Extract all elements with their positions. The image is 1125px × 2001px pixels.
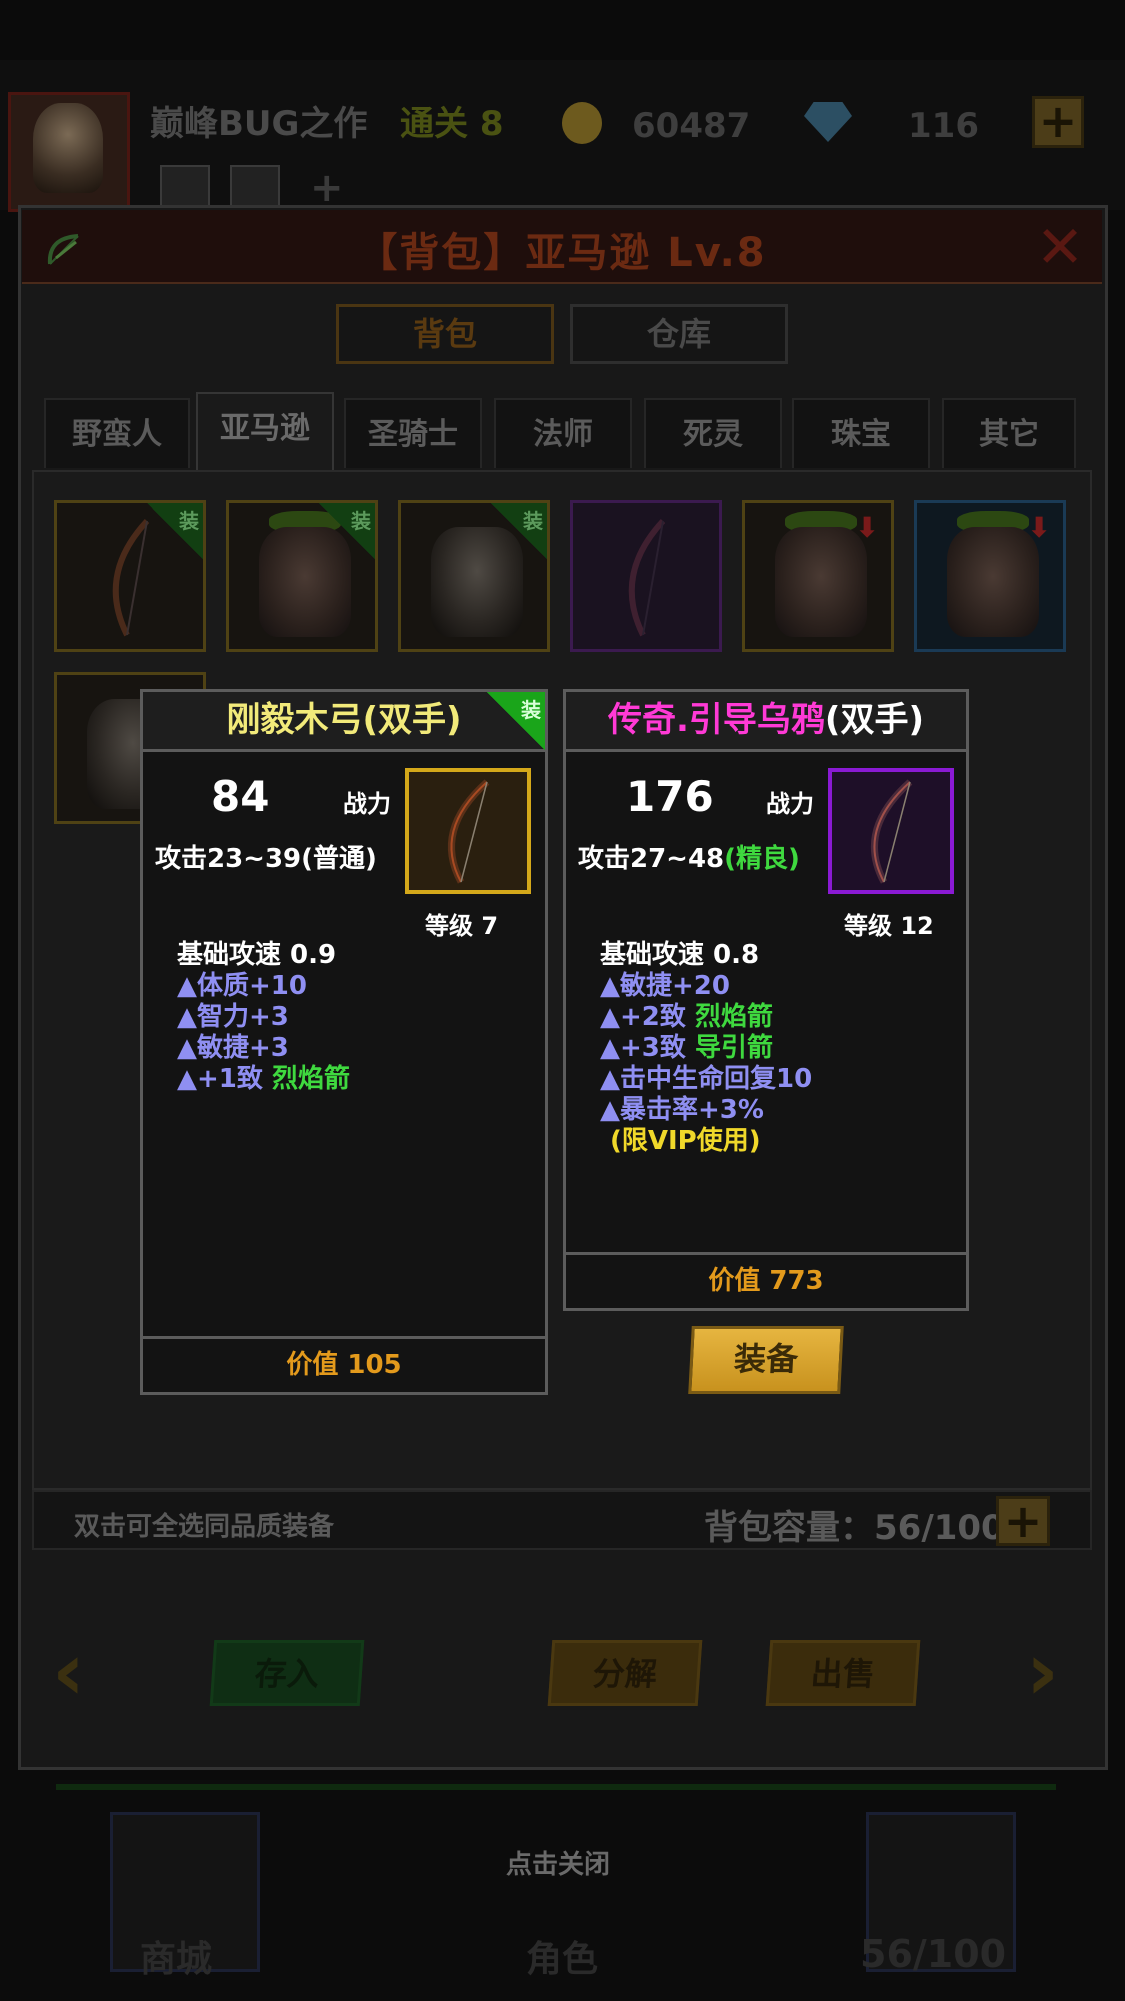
tap-to-close-hint[interactable]: 点击关闭	[506, 1844, 610, 1881]
armor-icon	[775, 527, 867, 637]
tab-barbarian[interactable]: 野蛮人	[44, 398, 190, 468]
nav-divider	[56, 1784, 1056, 1790]
attack-range: 攻击27~48(精良)	[578, 844, 800, 874]
skill-slot[interactable]	[230, 165, 280, 209]
dialog-title: 【背包】亚马逊 Lv.8	[357, 230, 767, 276]
stat-line: ▲体质+10	[177, 971, 307, 1001]
stat-line: ▲+1致 烈焰箭	[177, 1064, 350, 1094]
tab-jewelry[interactable]: 珠宝	[792, 398, 930, 468]
close-icon[interactable]: ✕	[1030, 218, 1090, 278]
stat-list: 基础攻速 0.9 ▲体质+10 ▲智力+3 ▲敏捷+3 ▲+1致 烈焰箭	[177, 940, 350, 1095]
tab-other[interactable]: 其它	[942, 398, 1076, 468]
vip-note: (限VIP使用)	[610, 1126, 761, 1156]
item-preview	[405, 768, 531, 894]
stage-progress: 通关 8	[400, 104, 504, 144]
item-level: 等级 7	[425, 912, 499, 940]
tab-sorceress[interactable]: 法师	[494, 398, 632, 468]
store-button[interactable]: 存入	[209, 1640, 365, 1706]
equipped-tag: 装	[487, 692, 545, 750]
base-attack-speed: 基础攻速 0.9	[177, 940, 337, 970]
capacity-label: 背包容量：56/100	[704, 1508, 1005, 1548]
power-value: 84	[211, 772, 270, 821]
equipped-item-card: 刚毅木弓(双手) 装 84 战力 攻击23~39(普通) 等级 7 基础攻速 0…	[140, 689, 548, 1395]
item-name: 刚毅木弓(双手)	[143, 692, 545, 752]
nav-shop-label: 商城	[140, 1939, 213, 1980]
avatar-portrait	[33, 103, 103, 193]
stat-line: ▲智力+3	[177, 1002, 289, 1032]
tab-necromancer[interactable]: 死灵	[644, 398, 782, 468]
downgrade-arrow-icon: ⬇	[855, 511, 879, 544]
bow-icon	[447, 779, 490, 884]
compare-item-card: 传奇.引导乌鸦(双手) 176 战力 攻击27~48(精良) 等级 12 基础攻…	[563, 689, 969, 1311]
player-avatar[interactable]	[8, 92, 130, 212]
equipped-tag: 装	[147, 503, 203, 559]
armor-icon	[947, 527, 1039, 637]
power-label: 战力	[343, 790, 391, 818]
stat-line: ▲暴击率+3%	[600, 1095, 764, 1125]
item-value: 价值 773	[566, 1252, 966, 1308]
expand-capacity-button[interactable]: +	[996, 1496, 1050, 1546]
equipped-tag: 装	[491, 503, 547, 559]
stat-line: ▲+3致 导引箭	[600, 1033, 773, 1063]
bow-icon	[870, 779, 913, 884]
downgrade-arrow-icon: ⬇	[1027, 511, 1051, 544]
add-gems-button[interactable]: +	[1032, 96, 1084, 148]
attack-range: 攻击23~39(普通)	[155, 844, 377, 874]
tab-bag[interactable]: 背包	[336, 304, 554, 364]
tab-amazon[interactable]: 亚马逊	[196, 392, 334, 470]
stat-line: ▲+2致 烈焰箭	[600, 1002, 773, 1032]
item-name: 传奇.引导乌鸦(双手)	[566, 692, 966, 752]
inventory-slot[interactable]: 装	[398, 500, 550, 652]
skill-slot[interactable]	[160, 165, 210, 209]
item-preview	[828, 768, 954, 894]
next-page-icon[interactable]: ›	[1026, 1632, 1059, 1712]
inventory-slot[interactable]: 装	[226, 500, 378, 652]
item-level: 等级 12	[844, 912, 934, 940]
item-value: 价值 105	[143, 1336, 545, 1392]
equip-button[interactable]: 装备	[688, 1326, 844, 1394]
base-attack-speed: 基础攻速 0.8	[600, 940, 760, 970]
tab-warehouse[interactable]: 仓库	[570, 304, 788, 364]
stat-line: ▲敏捷+20	[600, 971, 730, 1001]
stat-list: 基础攻速 0.8 ▲敏捷+20 ▲+2致 烈焰箭 ▲+3致 导引箭 ▲击中生命回…	[600, 940, 812, 1157]
player-name: 巅峰BUG之作	[150, 104, 368, 144]
select-hint: 双击可全选同品质装备	[74, 1512, 335, 1542]
stat-line: ▲击中生命回复10	[600, 1064, 813, 1094]
gold-coin-icon	[562, 102, 602, 144]
inventory-slot[interactable]: ⬇	[914, 500, 1066, 652]
power-value: 176	[626, 772, 714, 821]
stat-line: ▲敏捷+3	[177, 1033, 289, 1063]
inventory-slot[interactable]	[570, 500, 722, 652]
nav-role-label: 角色	[526, 1939, 599, 1980]
equipped-tag: 装	[319, 503, 375, 559]
gem-amount: 116	[908, 106, 979, 146]
power-label: 战力	[766, 790, 814, 818]
decompose-button[interactable]: 分解	[547, 1640, 703, 1706]
tab-paladin[interactable]: 圣骑士	[344, 398, 482, 468]
sell-button[interactable]: 出售	[765, 1640, 921, 1706]
prev-page-icon[interactable]: ‹	[52, 1632, 85, 1712]
nav-bag-count: 56/100	[860, 1932, 1007, 1976]
quality-label: (普通)	[301, 844, 377, 874]
inventory-slot[interactable]: 装	[54, 500, 206, 652]
bow-icon	[628, 518, 666, 637]
inventory-slot[interactable]: ⬇	[742, 500, 894, 652]
quality-label: (精良)	[724, 844, 800, 874]
gold-amount: 60487	[632, 106, 751, 146]
